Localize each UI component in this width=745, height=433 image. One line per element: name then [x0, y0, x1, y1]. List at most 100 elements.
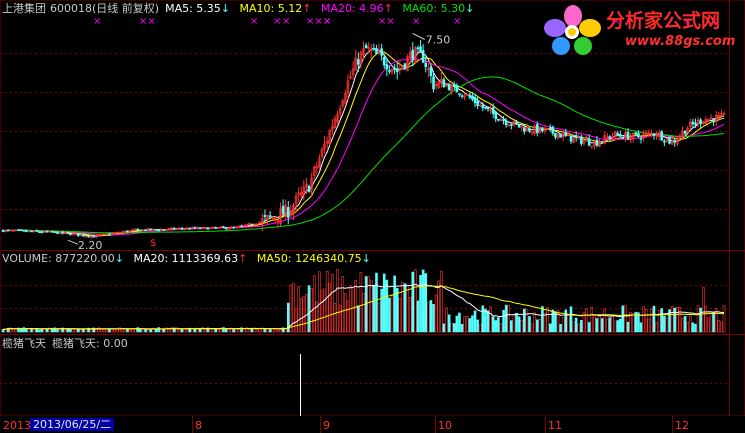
- candle-body: [452, 84, 456, 87]
- volume-bar: [528, 316, 531, 333]
- volume-bar: [533, 312, 536, 333]
- volume-bar: [362, 293, 365, 333]
- candle-body: [40, 231, 44, 234]
- indicator-panel-header: 榄猪飞天 榄猪飞天: 0.00: [2, 337, 134, 351]
- volume-bar: [541, 306, 544, 333]
- volume-bar: [113, 329, 116, 333]
- volume-bar: [12, 328, 15, 333]
- candle-body: [286, 207, 290, 218]
- vol-ma20-label: MA20: 1113369.63: [133, 252, 239, 265]
- volume-bar: [89, 329, 93, 333]
- candle-body: [357, 59, 360, 65]
- volume-bar: [572, 321, 575, 333]
- volume-bar: [494, 320, 498, 333]
- volume-bar: [631, 313, 635, 333]
- candle-body: [421, 50, 425, 63]
- price-panel-header: 上港集团 600018(日线 前复权) MA5: 5.35↓ MA10: 5.12↑…: [2, 2, 480, 16]
- volume-bar: [372, 284, 376, 333]
- volume-bar: [642, 306, 645, 333]
- candle-body: [403, 63, 407, 69]
- candle-body: [139, 229, 142, 232]
- candle-body: [69, 233, 72, 236]
- candle-body: [224, 227, 228, 230]
- volume-bar: [133, 328, 137, 333]
- candle-body: [691, 121, 695, 125]
- candle-body: [694, 122, 697, 125]
- candle-body: [35, 229, 39, 232]
- volume-bar: [318, 271, 321, 333]
- volume-bar: [502, 309, 505, 333]
- volume-bar: [712, 312, 715, 333]
- volume-bar: [268, 329, 272, 333]
- candle-body: [616, 133, 619, 136]
- volume-bar: [162, 329, 166, 333]
- volume-bar: [580, 320, 583, 333]
- volume-bar: [468, 318, 472, 333]
- volume-bar: [600, 318, 604, 333]
- volume-bar: [686, 321, 689, 333]
- volume-bar: [419, 275, 422, 333]
- volume-bar: [369, 280, 373, 333]
- volume-bar: [647, 318, 651, 333]
- volume-bar: [512, 315, 516, 333]
- volume-bar: [305, 293, 308, 333]
- volume-bar: [574, 317, 578, 333]
- candle-body: [281, 205, 285, 215]
- volume-bar: [463, 316, 466, 333]
- candle-body: [162, 229, 166, 231]
- volume-bar: [214, 328, 217, 333]
- candle-body: [149, 228, 153, 231]
- volume-bar: [416, 300, 420, 333]
- signal-marker: ×: [250, 16, 258, 27]
- candle-body: [108, 233, 111, 236]
- volume-bar: [626, 321, 630, 333]
- candle-body: [639, 138, 643, 140]
- volume-bar: [522, 308, 526, 333]
- volume-bar: [577, 323, 581, 333]
- volume-bar: [320, 290, 324, 333]
- candle-body: [595, 139, 599, 146]
- candle-body: [432, 76, 435, 90]
- volume-bar: [429, 300, 433, 333]
- ma60-label: MA60: 5.30: [402, 2, 466, 15]
- volume-bar: [115, 328, 119, 333]
- candle-body: [554, 132, 557, 138]
- volume-bar: [543, 312, 547, 333]
- volume-bar: [551, 309, 555, 333]
- cursor-date-label: 2013/06/25/二: [30, 418, 115, 431]
- ma20-line: [2, 58, 725, 236]
- candle-body: [87, 235, 90, 238]
- volume-bar: [377, 303, 381, 333]
- volume-bar: [665, 317, 669, 333]
- volume-bar: [691, 322, 695, 333]
- candle-body: [559, 133, 562, 138]
- volume-bar: [688, 315, 692, 333]
- volume-bar: [146, 329, 150, 333]
- volume-bar: [40, 328, 44, 333]
- candle-body: [569, 135, 573, 142]
- candle-body: [76, 233, 80, 236]
- indicator-value: 榄猪飞天: 0.00: [52, 337, 128, 350]
- volume-bar: [380, 288, 383, 333]
- volume-bar: [704, 306, 708, 333]
- volume-bar: [79, 329, 83, 333]
- volume-bar: [670, 305, 674, 333]
- volume-bar: [271, 328, 275, 333]
- flower-logo-icon: [544, 5, 601, 55]
- ma5-label: MA5: 5.35: [165, 2, 221, 15]
- logo-url: www.88gs.com: [625, 34, 736, 49]
- volume-bar: [401, 282, 404, 333]
- volume-bar: [185, 329, 189, 333]
- volume-bar: [678, 306, 682, 333]
- ma60-arrow-icon: ↓: [465, 2, 475, 15]
- volume-bar: [569, 306, 573, 333]
- volume-bar: [336, 269, 339, 333]
- volume-bar: [414, 269, 417, 333]
- signal-marker: ××: [139, 16, 156, 27]
- candle-body: [429, 66, 433, 77]
- candle-body: [385, 64, 389, 70]
- candle-body: [455, 85, 459, 93]
- candle-body: [45, 230, 49, 233]
- volume-bar: [605, 318, 609, 333]
- volume-arrow-icon: ↓: [114, 252, 124, 265]
